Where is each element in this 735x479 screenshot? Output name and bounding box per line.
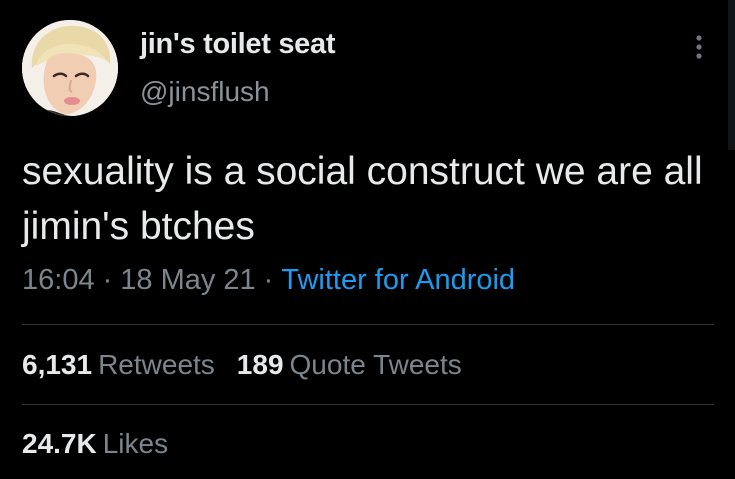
tweet-detail: jin's toilet seat @jinsflush sexuality i… (0, 0, 735, 479)
retweets-label: Retweets (98, 349, 215, 380)
tweet-source-link[interactable]: Twitter for Android (281, 264, 515, 296)
tweet-date[interactable]: 18 May 21 (120, 264, 255, 296)
quote-tweets-count: 189 (236, 349, 284, 380)
likes-label: Likes (102, 428, 169, 459)
quote-tweets-stat[interactable]: 189 Quote Tweets (237, 349, 462, 380)
likes-stat[interactable]: 24.7K Likes (22, 428, 168, 459)
more-vertical-icon[interactable] (690, 33, 708, 65)
separator: · (263, 264, 274, 296)
divider (22, 404, 714, 405)
tweet-meta: 16:04 · 18 May 21 · Twitter for Android (22, 264, 515, 297)
divider (22, 324, 714, 325)
retweets-count: 6,131 (22, 349, 93, 380)
tweet-time[interactable]: 16:04 (22, 264, 95, 296)
author-display-name[interactable]: jin's toilet seat (140, 28, 335, 61)
avatar[interactable] (22, 20, 118, 116)
separator: · (102, 264, 113, 296)
profile-photo-icon (22, 20, 118, 116)
retweets-stat[interactable]: 6,131 Retweets (22, 349, 215, 380)
engagement-stats-row: 6,131 Retweets 189 Quote Tweets (22, 349, 484, 381)
quote-tweets-label: Quote Tweets (289, 349, 462, 380)
author-handle[interactable]: @jinsflush (140, 76, 270, 108)
scrollbar[interactable] (728, 0, 735, 150)
likes-stats-row: 24.7K Likes (22, 428, 190, 460)
likes-count: 24.7K (22, 428, 97, 459)
tweet-text: sexuality is a social construct we are a… (22, 150, 703, 248)
